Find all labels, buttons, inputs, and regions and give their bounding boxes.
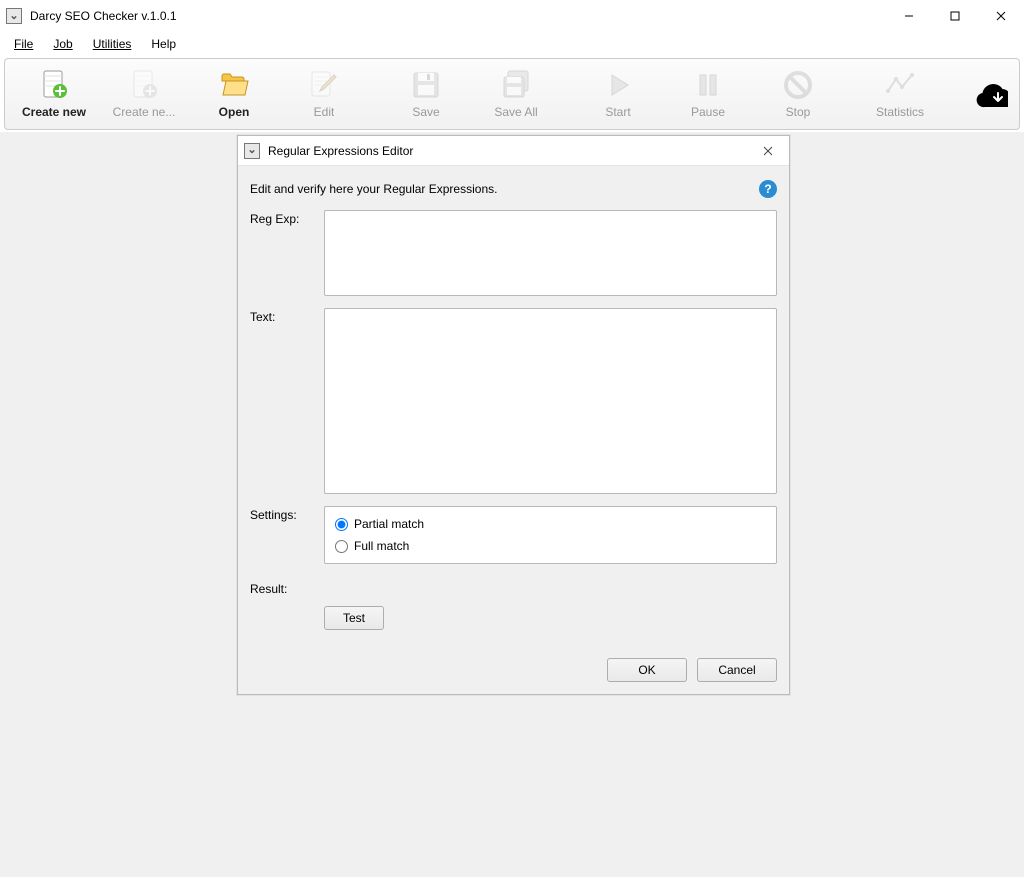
full-match-label: Full match bbox=[354, 539, 409, 553]
toolbar-save[interactable]: Save bbox=[381, 65, 471, 123]
toolbar-label: Stop bbox=[786, 105, 811, 119]
toolbar: Create new Create ne... Open Edit bbox=[4, 58, 1020, 130]
dialog-icon: ⌄ bbox=[244, 143, 260, 159]
toolbar-start[interactable]: Start bbox=[573, 65, 663, 123]
toolbar-edit[interactable]: Edit bbox=[279, 65, 369, 123]
window-controls bbox=[886, 0, 1024, 32]
settings-box: Partial match Full match bbox=[324, 506, 777, 564]
toolbar-label: Save bbox=[412, 105, 439, 119]
text-label: Text: bbox=[250, 308, 324, 494]
save-all-icon bbox=[500, 69, 532, 101]
text-input[interactable] bbox=[324, 308, 777, 494]
toolbar-label: Create new bbox=[22, 105, 86, 119]
stop-icon bbox=[782, 69, 814, 101]
settings-label: Settings: bbox=[250, 506, 324, 564]
toolbar-pause[interactable]: Pause bbox=[663, 65, 753, 123]
app-title: Darcy SEO Checker v.1.0.1 bbox=[30, 9, 177, 23]
toolbar-label: Pause bbox=[691, 105, 725, 119]
menu-bar: File Job Utilities Help bbox=[0, 32, 1024, 56]
app-icon: ⌄ bbox=[6, 8, 22, 24]
dialog-subtitle-row: Edit and verify here your Regular Expres… bbox=[250, 174, 777, 204]
toolbar-label: Create ne... bbox=[113, 105, 176, 119]
result-label: Result: bbox=[250, 580, 324, 596]
toolbar-save-all[interactable]: Save All bbox=[471, 65, 561, 123]
cancel-button[interactable]: Cancel bbox=[697, 658, 777, 682]
minimize-button[interactable] bbox=[886, 0, 932, 32]
edit-icon bbox=[308, 69, 340, 101]
toolbar-open[interactable]: Open bbox=[189, 65, 279, 123]
regex-editor-dialog: ⌄ Regular Expressions Editor Edit and ve… bbox=[237, 135, 790, 695]
pause-icon bbox=[692, 69, 724, 101]
partial-match-option[interactable]: Partial match bbox=[333, 513, 768, 535]
toolbar-label: Save All bbox=[494, 105, 537, 119]
full-match-option[interactable]: Full match bbox=[333, 535, 768, 557]
regexp-input[interactable] bbox=[324, 210, 777, 296]
ok-button[interactable]: OK bbox=[607, 658, 687, 682]
test-button-row: Test bbox=[250, 606, 777, 630]
toolbar-statistics[interactable]: Statistics bbox=[855, 65, 945, 123]
dialog-footer: OK Cancel bbox=[250, 658, 777, 682]
dialog-body: Edit and verify here your Regular Expres… bbox=[238, 166, 789, 694]
regexp-label: Reg Exp: bbox=[250, 210, 324, 296]
save-icon bbox=[410, 69, 442, 101]
play-icon bbox=[602, 69, 634, 101]
toolbar-create-new[interactable]: Create new bbox=[9, 65, 99, 123]
partial-match-label: Partial match bbox=[354, 517, 424, 531]
full-match-radio[interactable] bbox=[335, 540, 348, 553]
text-row: Text: bbox=[250, 308, 777, 494]
menu-job[interactable]: Job bbox=[43, 34, 82, 54]
statistics-icon bbox=[884, 69, 916, 101]
menu-utilities[interactable]: Utilities bbox=[83, 34, 142, 54]
dialog-close-button[interactable] bbox=[753, 137, 783, 165]
folder-open-icon bbox=[218, 69, 250, 101]
new-document-icon bbox=[38, 69, 70, 101]
toolbar-cloud-download[interactable] bbox=[957, 65, 1024, 123]
toolbar-label: Edit bbox=[314, 105, 335, 119]
partial-match-radio[interactable] bbox=[335, 518, 348, 531]
dialog-title: Regular Expressions Editor bbox=[268, 144, 413, 158]
toolbar-stop[interactable]: Stop bbox=[753, 65, 843, 123]
toolbar-label: Statistics bbox=[876, 105, 924, 119]
main-window: ⌄ Darcy SEO Checker v.1.0.1 File Job Uti… bbox=[0, 0, 1024, 877]
menu-file[interactable]: File bbox=[4, 34, 43, 54]
toolbar-label: Open bbox=[219, 105, 250, 119]
toolbar-label: Start bbox=[605, 105, 630, 119]
close-button[interactable] bbox=[978, 0, 1024, 32]
cloud-download-icon bbox=[976, 78, 1008, 110]
dialog-subtitle: Edit and verify here your Regular Expres… bbox=[250, 182, 497, 196]
toolbar-create-net[interactable]: Create ne... bbox=[99, 65, 189, 123]
dialog-title-bar: ⌄ Regular Expressions Editor bbox=[238, 136, 789, 166]
regexp-row: Reg Exp: bbox=[250, 210, 777, 296]
client-area: ⌄ Regular Expressions Editor Edit and ve… bbox=[0, 132, 1024, 877]
settings-row: Settings: Partial match Full match bbox=[250, 506, 777, 564]
help-icon[interactable]: ? bbox=[759, 180, 777, 198]
test-button[interactable]: Test bbox=[324, 606, 384, 630]
new-network-icon bbox=[128, 69, 160, 101]
menu-help[interactable]: Help bbox=[141, 34, 186, 54]
result-row: Result: bbox=[250, 580, 777, 596]
maximize-button[interactable] bbox=[932, 0, 978, 32]
title-bar: ⌄ Darcy SEO Checker v.1.0.1 bbox=[0, 0, 1024, 32]
